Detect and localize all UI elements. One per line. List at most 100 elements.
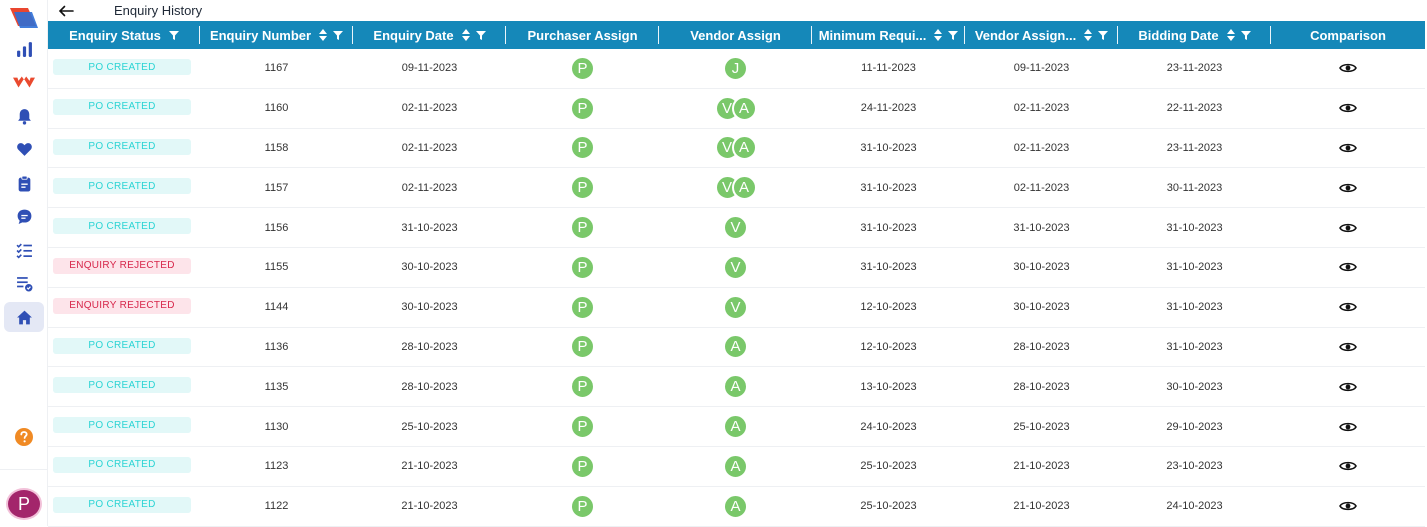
- filter-icon[interactable]: [475, 30, 486, 40]
- column-header-purchaser-assign[interactable]: Purchaser Assign: [506, 21, 659, 49]
- view-comparison-button[interactable]: [1339, 222, 1357, 234]
- view-comparison-button[interactable]: [1339, 381, 1357, 393]
- nav-list-check[interactable]: [4, 268, 44, 298]
- bidding-date: 23-11-2023: [1166, 62, 1223, 75]
- enquiry-date: 02-11-2023: [401, 102, 458, 115]
- vendor-assign-date: 21-10-2023: [1013, 460, 1070, 473]
- help-button[interactable]: [14, 427, 34, 447]
- assignee-avatar[interactable]: P: [570, 294, 595, 320]
- assignee-avatar[interactable]: A: [723, 493, 748, 519]
- table-row[interactable]: ENQUIRY REJECTED 1155 30-10-2023 P V 31-10-20…: [48, 248, 1425, 288]
- view-comparison-button[interactable]: [1339, 62, 1357, 74]
- table-row[interactable]: PO CREATED 1122 21-10-2023 P A 25-10-2023 21-1…: [48, 487, 1425, 527]
- cell-enquiry-number: 1160: [200, 89, 353, 128]
- assignee-avatar[interactable]: A: [723, 374, 748, 400]
- column-header-comparison[interactable]: Comparison: [1271, 21, 1425, 49]
- nav-favorites[interactable]: [4, 134, 44, 164]
- assignee-avatar[interactable]: V: [723, 215, 748, 241]
- assignee-avatar[interactable]: A: [723, 334, 748, 360]
- view-comparison-button[interactable]: [1339, 142, 1357, 154]
- nav-home[interactable]: [4, 302, 44, 332]
- assignee-avatar[interactable]: P: [570, 254, 595, 280]
- cell-status: PO CREATED: [48, 407, 200, 446]
- minimum-requirement-date: 31-10-2023: [860, 181, 917, 194]
- assignee-avatar[interactable]: A: [731, 95, 757, 121]
- filter-icon[interactable]: [948, 30, 959, 40]
- table-row[interactable]: PO CREATED 1167 09-11-2023 P J 11-11-2023 09-1…: [48, 49, 1425, 89]
- sort-icon[interactable]: [1226, 29, 1235, 41]
- filter-icon[interactable]: [168, 30, 179, 40]
- column-header-minimum-requirement[interactable]: Minimum Requi...: [812, 21, 965, 49]
- view-comparison-button[interactable]: [1339, 421, 1357, 433]
- column-label: Purchaser Assign: [527, 27, 638, 43]
- nav-analytics[interactable]: [4, 34, 44, 64]
- view-comparison-button[interactable]: [1339, 261, 1357, 273]
- column-header-vendor-assign-date[interactable]: Vendor Assign...: [965, 21, 1118, 49]
- table-row[interactable]: PO CREATED 1156 31-10-2023 P V 31-10-2023 31-1…: [48, 208, 1425, 248]
- view-comparison-button[interactable]: [1339, 500, 1357, 512]
- assignee-avatar[interactable]: P: [570, 215, 595, 241]
- assignee-avatar[interactable]: A: [731, 175, 757, 201]
- assignee-avatar[interactable]: P: [570, 175, 595, 201]
- cell-vendor-assign-date: 21-10-2023: [965, 447, 1118, 486]
- assignee-avatar[interactable]: P: [570, 95, 595, 121]
- assignee-avatar[interactable]: J: [723, 55, 748, 81]
- column-header-enquiry-number[interactable]: Enquiry Number: [200, 21, 353, 49]
- filter-icon[interactable]: [1240, 30, 1251, 40]
- column-header-vendor-assign[interactable]: Vendor Assign: [659, 21, 812, 49]
- app-logo[interactable]: [8, 6, 40, 30]
- cell-minimum-requirement: 12-10-2023: [812, 288, 965, 327]
- nav-tasks[interactable]: [4, 235, 44, 265]
- nav-brand[interactable]: [4, 67, 44, 97]
- filter-icon[interactable]: [1098, 30, 1109, 40]
- assignee-avatar[interactable]: P: [570, 135, 595, 161]
- assignee-avatar[interactable]: P: [570, 453, 595, 479]
- assignee-avatar[interactable]: P: [570, 493, 595, 519]
- table-row[interactable]: PO CREATED 1158 02-11-2023 P V A 31-10-2023 02-…: [48, 129, 1425, 169]
- assignee-avatar[interactable]: P: [570, 374, 595, 400]
- table-row[interactable]: PO CREATED 1157 02-11-2023 P V A 31-10-2023 02-…: [48, 168, 1425, 209]
- view-comparison-button[interactable]: [1339, 301, 1357, 313]
- assignee-avatar[interactable]: P: [570, 414, 595, 440]
- sort-icon[interactable]: [461, 29, 470, 41]
- filter-icon[interactable]: [333, 30, 344, 40]
- assignee-avatar[interactable]: A: [723, 414, 748, 440]
- assignee-avatar[interactable]: V: [723, 294, 748, 320]
- sort-icon[interactable]: [319, 29, 328, 41]
- back-button[interactable]: [52, 0, 80, 21]
- cell-purchaser-assign: P: [506, 89, 659, 128]
- view-comparison-button[interactable]: [1339, 460, 1357, 472]
- cell-comparison: [1271, 487, 1425, 526]
- cell-enquiry-number: 1144: [200, 288, 353, 327]
- cell-enquiry-number: 1156: [200, 208, 353, 247]
- sort-icon[interactable]: [934, 29, 943, 41]
- table-row[interactable]: PO CREATED 1160 02-11-2023 P V A 24-11-2023 02-…: [48, 89, 1425, 129]
- column-header-enquiry-date[interactable]: Enquiry Date: [353, 21, 506, 49]
- table-row[interactable]: PO CREATED 1123 21-10-2023 P A 25-10-2023 21-1…: [48, 447, 1425, 487]
- assignee-avatar[interactable]: A: [731, 135, 757, 161]
- nav-clipboard[interactable]: [4, 168, 44, 198]
- cell-enquiry-date: 30-10-2023: [353, 248, 506, 287]
- sort-icon[interactable]: [1084, 29, 1093, 41]
- cell-status: PO CREATED: [48, 129, 200, 168]
- view-comparison-button[interactable]: [1339, 182, 1357, 194]
- enquiry-date: 21-10-2023: [401, 460, 458, 473]
- cell-vendor-assign: VA: [659, 129, 812, 168]
- table-row[interactable]: PO CREATED 1135 28-10-2023 P A 13-10-2023 28-1…: [48, 367, 1425, 408]
- column-header-enquiry-status[interactable]: Enquiry Status: [48, 21, 200, 49]
- nav-messages[interactable]: [4, 201, 44, 231]
- user-avatar[interactable]: P: [6, 488, 42, 520]
- view-comparison-button[interactable]: [1339, 341, 1357, 353]
- table-row[interactable]: PO CREATED 1130 25-10-2023 P A 24-10-2023 25-1…: [48, 407, 1425, 447]
- column-header-bidding-date[interactable]: Bidding Date: [1118, 21, 1271, 49]
- nav-notifications[interactable]: [4, 101, 44, 131]
- assignee-avatar[interactable]: P: [570, 55, 595, 81]
- assignee-avatar[interactable]: A: [723, 453, 748, 479]
- assignee-avatar[interactable]: V: [723, 254, 748, 280]
- table-row[interactable]: PO CREATED 1136 28-10-2023 P A 12-10-2023 28-1…: [48, 328, 1425, 368]
- table-row[interactable]: ENQUIRY REJECTED 1144 30-10-2023 P V 12-10-20…: [48, 288, 1425, 328]
- column-label: Minimum Requi...: [818, 27, 927, 43]
- assignee-avatar[interactable]: P: [570, 334, 595, 360]
- vendor-assignees: A: [723, 334, 748, 360]
- view-comparison-button[interactable]: [1339, 102, 1357, 114]
